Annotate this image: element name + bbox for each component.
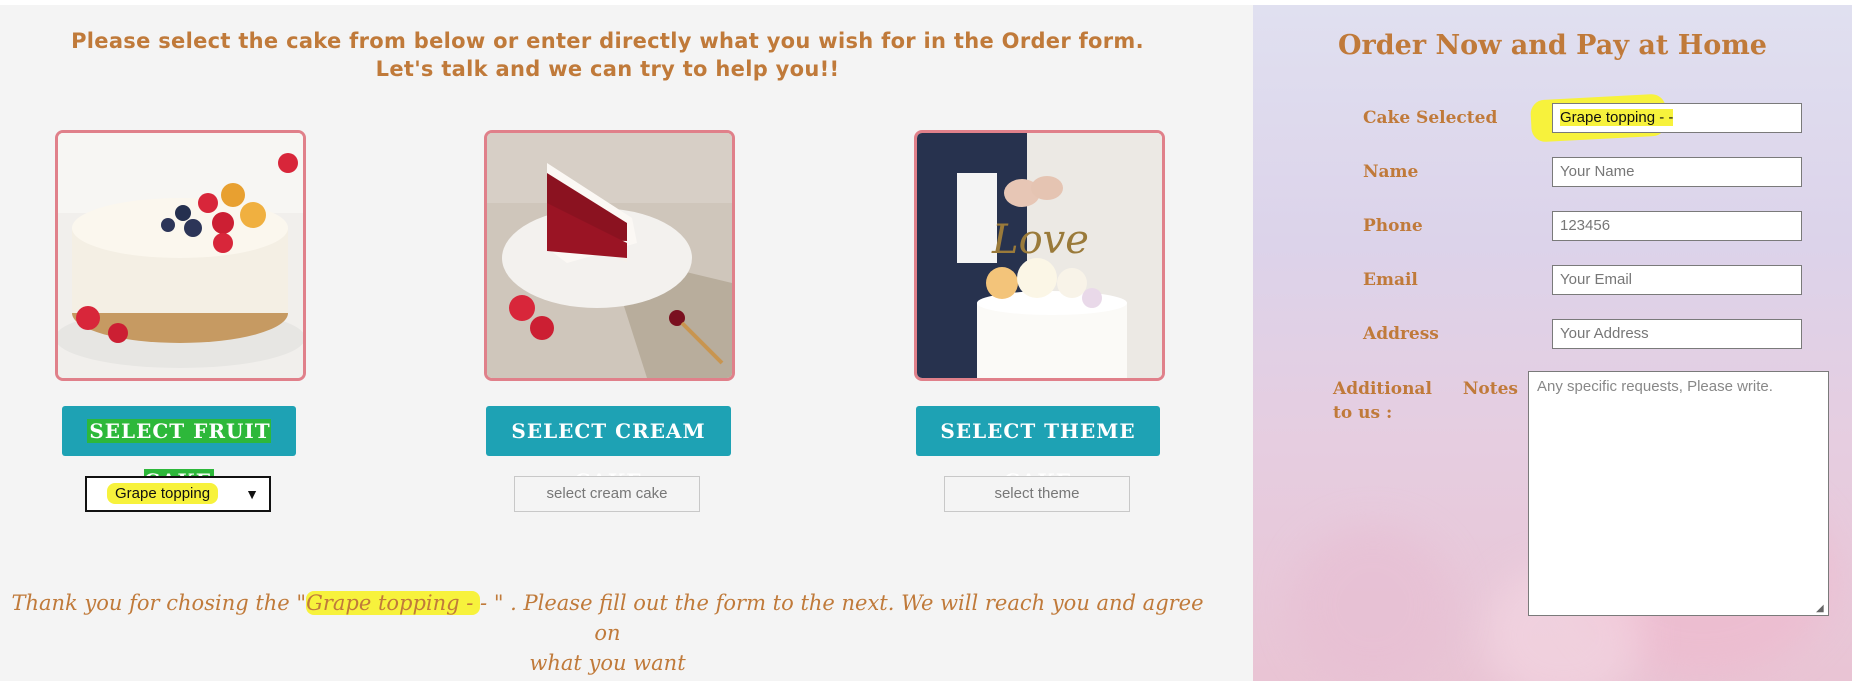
chevron-down-icon: ▼ (245, 486, 259, 502)
additional-notes-textarea[interactable]: Any specific requests, Please write. (1528, 371, 1829, 616)
address-input[interactable]: Your Address (1552, 319, 1802, 349)
fruit-dropdown-value: Grape topping (107, 483, 219, 504)
svg-text:Love: Love (991, 217, 1089, 263)
thank-you-prefix: Thank you for chosing the " (11, 591, 307, 615)
intro-line-2: Let's talk and we can try to help you!! (375, 57, 840, 81)
name-label: Name (1363, 162, 1419, 182)
name-input[interactable]: Your Name (1552, 157, 1802, 187)
intro-line-1: Please select the cake from below or ent… (71, 29, 1144, 53)
thank-you-line-1: Thank you for chosing the "Grape topping… (0, 588, 1215, 648)
fruit-cake-dropdown[interactable]: Grape topping ▼ (85, 476, 271, 512)
resize-handle-icon[interactable]: ◢ (1816, 603, 1824, 614)
cake-selected-value: Grape topping - - (1560, 109, 1674, 126)
form-title: Order Now and Pay at Home (1338, 30, 1767, 61)
selected-cake-highlight: Grape topping - (306, 591, 481, 615)
phone-input[interactable]: 123456 (1552, 211, 1802, 241)
thank-you-line-2: what you want (529, 651, 686, 675)
cake-selected-label: Cake Selected (1363, 108, 1498, 128)
phone-label: Phone (1363, 216, 1423, 236)
select-fruit-cake-button[interactable]: SELECT FRUIT CAKE (62, 406, 296, 493)
thank-you-message: Thank you for chosing the "Grape topping… (0, 588, 1215, 678)
select-cream-cake-button[interactable]: SELECT CREAM CAKE (486, 406, 731, 493)
theme-cake-image: Love (914, 130, 1165, 381)
thank-you-suffix: - " . Please fill out the form to the ne… (480, 591, 1204, 645)
email-input[interactable]: Your Email (1552, 265, 1802, 295)
cream-cake-dropdown[interactable]: select cream cake (514, 476, 700, 512)
additional-notes-label: Additional Notes to us : (1333, 379, 1518, 423)
theme-cake-dropdown[interactable]: select theme (944, 476, 1130, 512)
order-form-panel: Order Now and Pay at Home Cake Selected … (1253, 5, 1852, 681)
select-theme-cake-button[interactable]: SELECT THEME CAKE (916, 406, 1160, 493)
fruit-cake-image (55, 130, 306, 381)
cake-selected-input[interactable]: Grape topping - - (1552, 103, 1802, 133)
email-label: Email (1363, 270, 1418, 290)
cream-cake-image (484, 130, 735, 381)
background-cake-blur (1293, 525, 1453, 681)
address-label: Address (1363, 324, 1439, 344)
cake-selection-panel: Please select the cake from below or ent… (0, 5, 1253, 681)
